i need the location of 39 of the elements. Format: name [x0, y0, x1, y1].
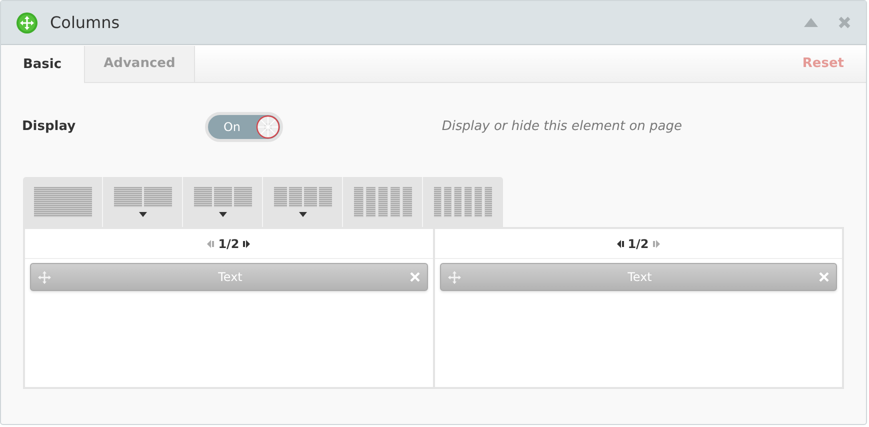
- move-icon: [16, 12, 38, 34]
- window-title: Columns: [50, 12, 120, 34]
- shrink-arrow-icon[interactable]: [616, 240, 624, 248]
- element-label: Text: [217, 269, 244, 286]
- collapse-icon[interactable]: [804, 18, 818, 27]
- hint-text: Display or hide this element on page: [442, 118, 682, 136]
- tab[interactable]: Advanced: [84, 46, 196, 82]
- remove-icon[interactable]: [410, 272, 420, 282]
- grow-arrow-icon[interactable]: [243, 240, 250, 248]
- reset-link[interactable]: Reset: [802, 54, 844, 74]
- columns-layout-icon: [114, 187, 172, 207]
- layout-button[interactable]: [103, 177, 183, 227]
- element-label: Text: [626, 269, 653, 286]
- layout-button[interactable]: [423, 177, 503, 227]
- columns-layout-icon: [34, 187, 92, 217]
- caret-icon: [298, 212, 306, 217]
- column-width: 1/2: [628, 236, 649, 252]
- move-icon[interactable]: [38, 270, 51, 284]
- column-width: 1/2: [218, 236, 240, 252]
- element-bar[interactable]: Text: [30, 263, 428, 291]
- tab[interactable]: Basic: [1, 46, 85, 83]
- columns-layout-icon: [354, 187, 412, 217]
- columns-layout-icon: [434, 187, 492, 217]
- layout-button[interactable]: [263, 177, 343, 227]
- close-icon[interactable]: [838, 16, 851, 29]
- columns-layout-icon: [194, 187, 252, 207]
- field-label: Display: [22, 118, 77, 136]
- toggle-knob-icon: [256, 115, 280, 139]
- element-bar[interactable]: Text: [440, 263, 837, 291]
- toggle-label: On: [222, 119, 242, 136]
- layout-button[interactable]: [23, 177, 103, 227]
- move-icon[interactable]: [448, 270, 460, 284]
- caret-icon: [218, 212, 226, 217]
- layout-button[interactable]: [183, 177, 263, 227]
- layout-button[interactable]: [343, 177, 423, 227]
- columns-layout-icon: [274, 187, 332, 207]
- remove-icon[interactable]: [819, 272, 829, 282]
- toggle-switch[interactable]: On: [205, 112, 283, 142]
- caret-icon: [138, 212, 146, 217]
